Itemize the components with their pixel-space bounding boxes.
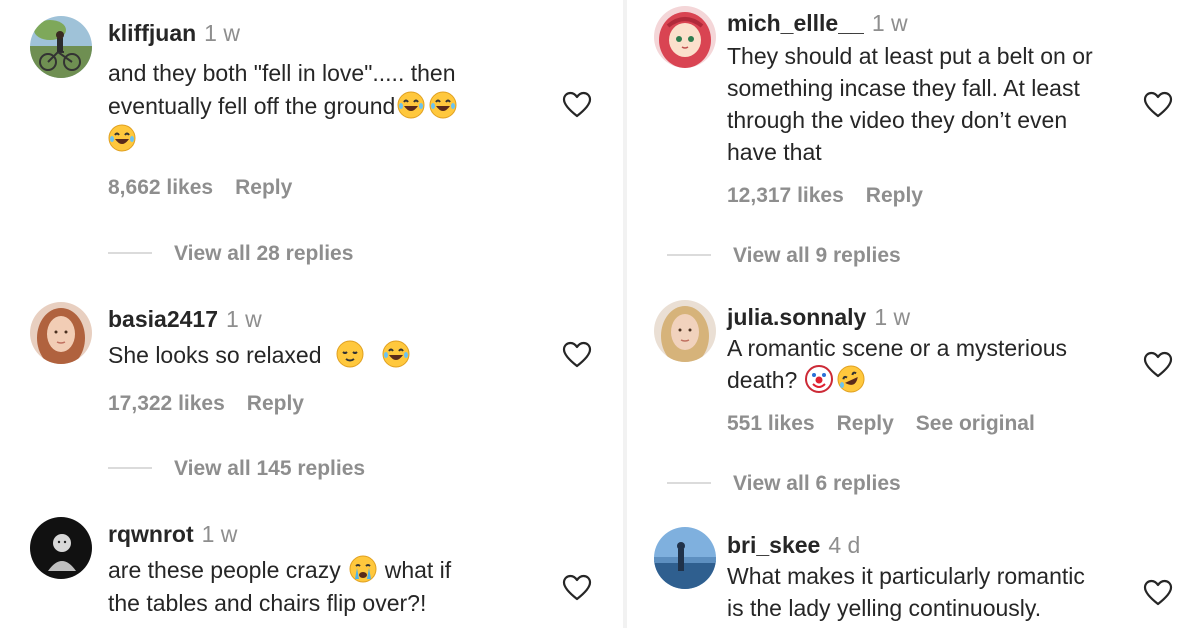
replies-divider (667, 482, 711, 484)
timestamp: 1 w (204, 20, 240, 46)
comment-text-line: are these people crazy (108, 557, 341, 583)
comment-text-line: through the video they don’t even (727, 107, 1068, 133)
comment-mich_ellle__: mich_ellle__ 1 w They should at least put… (627, 0, 1200, 290)
likes-count[interactable]: 12,317 likes (727, 184, 844, 207)
view-replies-label: View all 28 replies (174, 242, 354, 265)
grinning-tears-emoji (397, 91, 425, 119)
relieved-emoji (336, 340, 364, 368)
comments-column-right: mich_ellle__ 1 w They should at least put… (627, 0, 1200, 628)
avatar[interactable] (30, 302, 92, 364)
grinning-tears-emoji (382, 340, 410, 368)
comment-text-line: She looks so relaxed (108, 342, 322, 368)
avatar[interactable] (654, 6, 716, 68)
username[interactable]: rqwnrot (108, 521, 194, 547)
comment-text: and they both "fell in love"..... then e… (108, 57, 548, 156)
heart-icon[interactable] (1143, 578, 1173, 608)
heart-icon[interactable] (1143, 90, 1173, 120)
comment-text-line: death? (727, 367, 798, 393)
username[interactable]: basia2417 (108, 306, 218, 332)
clown-emoji (805, 365, 834, 393)
username[interactable]: bri_skee (727, 532, 820, 558)
comment-kliffjuan: kliffjuan 1 w and they both "fell in love… (0, 0, 623, 280)
grinning-tears-emoji (429, 91, 457, 119)
reply-button[interactable]: Reply (866, 184, 923, 207)
comment-text: are these people crazy what if the tables… (108, 554, 548, 620)
comment-text-line: eventually fell off the ground (108, 93, 396, 119)
timestamp: 1 w (874, 304, 911, 330)
heart-icon[interactable] (1143, 350, 1173, 380)
comment-text-line: What makes it particularly romantic (727, 563, 1085, 589)
view-replies-button[interactable]: View all 145 replies (108, 457, 365, 481)
comment-text-line: the tables and chairs flip over?! (108, 590, 427, 616)
grinning-tears-emoji (108, 124, 136, 152)
comment-text-line: A romantic scene or a mysterious (727, 335, 1068, 361)
comment-text-line: They should at least put a belt on or (727, 43, 1093, 69)
comments-column-left: kliffjuan 1 w and they both "fell in love… (0, 0, 623, 628)
view-replies-label: View all 6 replies (733, 472, 901, 495)
replies-divider (667, 254, 711, 256)
view-replies-button[interactable]: View all 9 replies (667, 244, 901, 268)
likes-count[interactable]: 17,322 likes (108, 392, 225, 415)
comment-basia2417: basia2417 1 w She looks so relaxed 17,322… (0, 290, 623, 500)
comment-text: What makes it particularly romantic is t… (727, 560, 1147, 624)
view-replies-button[interactable]: View all 28 replies (108, 242, 353, 266)
timestamp: 1 w (225, 306, 262, 332)
heart-icon[interactable] (562, 573, 592, 603)
comment-julia.sonnaly: julia.sonnaly 1 w A romantic scene or a m… (627, 295, 1200, 510)
see-original-button[interactable]: See original (916, 412, 1035, 435)
likes-count[interactable]: 8,662 likes (108, 176, 213, 199)
replies-divider (108, 252, 152, 254)
comment-bri_skee: bri_skee 4 d What makes it particularly r… (627, 518, 1200, 628)
timestamp: 1 w (871, 10, 908, 36)
comment-text: They should at least put a belt on or so… (727, 40, 1147, 168)
avatar[interactable] (654, 300, 716, 362)
view-replies-label: View all 145 replies (174, 457, 366, 480)
comment-rqwnrot: rqwnrot 1 w are these people crazy what if… (0, 505, 623, 628)
avatar[interactable] (654, 527, 716, 589)
username[interactable]: julia.sonnaly (727, 304, 866, 330)
rofl-emoji (837, 365, 865, 393)
likes-count[interactable]: 551 likes (727, 412, 815, 435)
heart-icon[interactable] (562, 340, 592, 370)
heart-icon[interactable] (562, 90, 592, 120)
view-replies-button[interactable]: View all 6 replies (667, 472, 901, 496)
comment-text: A romantic scene or a mysterious death? (727, 332, 1147, 396)
view-replies-label: View all 9 replies (733, 244, 901, 267)
reply-button[interactable]: Reply (837, 412, 894, 435)
timestamp: 4 d (828, 532, 861, 558)
username[interactable]: kliffjuan (108, 20, 196, 46)
reply-button[interactable]: Reply (247, 392, 304, 415)
comment-text-line: something incase they fall. At least (727, 75, 1080, 101)
comment-text-line: is the lady yelling continuously. (727, 595, 1042, 621)
comment-text-line: and they both "fell in love"..... then (108, 60, 456, 86)
username[interactable]: mich_ellle__ (727, 10, 864, 36)
comment-text-line: have that (727, 139, 822, 165)
crying-emoji (349, 555, 377, 583)
comment-text-line: what if (384, 557, 452, 583)
avatar[interactable] (30, 517, 92, 579)
timestamp: 1 w (201, 521, 238, 547)
reply-button[interactable]: Reply (235, 176, 292, 199)
replies-divider (108, 467, 152, 469)
avatar[interactable] (30, 16, 92, 78)
comment-text: She looks so relaxed (108, 339, 548, 372)
